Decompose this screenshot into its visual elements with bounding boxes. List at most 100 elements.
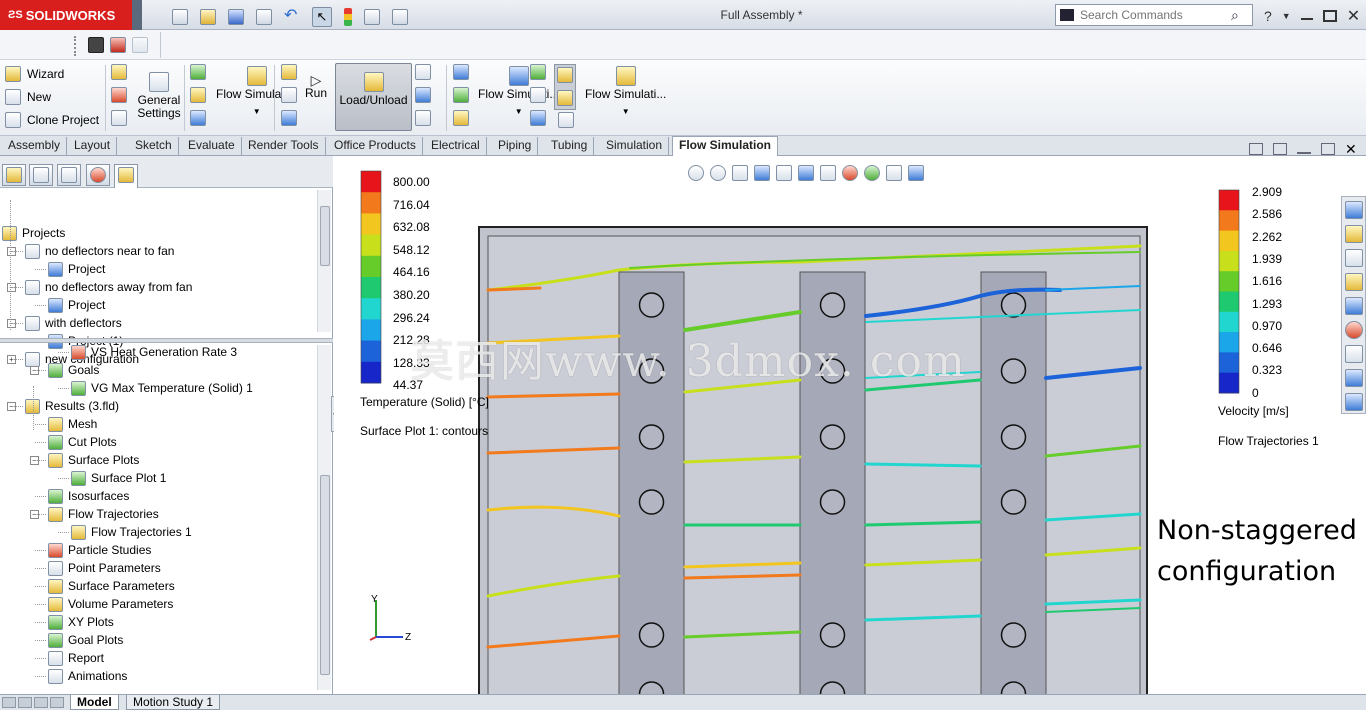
doc-minimize-icon[interactable] [1297, 152, 1311, 154]
tree-item-with-deflectors[interactable]: with deflectors [25, 314, 122, 332]
calculator-icon[interactable] [281, 110, 297, 126]
tab-layout[interactable]: Layout [68, 137, 118, 155]
report-icon[interactable] [530, 110, 546, 126]
view-palette-icon[interactable] [1345, 297, 1363, 315]
tree-item-report[interactable]: Report [48, 649, 104, 667]
next-tab-arrow-icon[interactable] [34, 697, 48, 708]
scrollbar-thumb[interactable] [320, 475, 330, 675]
surface-plot-icon[interactable] [453, 87, 469, 103]
last-tab-arrow-icon[interactable] [50, 697, 64, 708]
section-view-icon[interactable] [754, 165, 770, 181]
toolbar-grip[interactable] [74, 36, 76, 56]
search-type-icon[interactable] [1060, 9, 1074, 21]
heat-source-icon[interactable] [190, 87, 206, 103]
check-geometry-icon[interactable] [281, 87, 297, 103]
file-explorer-icon[interactable] [1345, 273, 1363, 291]
graphics-area[interactable]: Y Z [334, 156, 1366, 694]
search-icon[interactable]: ⌕ [1231, 7, 1239, 24]
flow-simulation-pane-icon[interactable] [1345, 393, 1363, 411]
close-icon[interactable]: ✕ [1347, 6, 1360, 26]
general-settings-small-icon[interactable] [111, 64, 127, 80]
custom-properties-icon[interactable] [1345, 345, 1363, 363]
tree-item-goal-plots[interactable]: Goal Plots [48, 631, 123, 649]
wizard-button[interactable]: Wizard [5, 64, 99, 84]
hide-show-items-icon[interactable] [820, 165, 836, 181]
tree-item-surface-plot-1[interactable]: Surface Plot 1 [71, 469, 166, 487]
probe-icon[interactable] [415, 64, 431, 80]
motion-icon[interactable] [1345, 369, 1363, 387]
tree-item-surface-plots[interactable]: Surface Plots [48, 451, 139, 469]
tab-office-products[interactable]: Office Products [328, 137, 423, 155]
tree-item-goals[interactable]: Goals [48, 361, 99, 379]
tree-item-surface-parameters[interactable]: Surface Parameters [48, 577, 175, 595]
previous-view-icon[interactable] [732, 165, 748, 181]
cut-plot-icon[interactable] [453, 64, 469, 80]
solidworks-resources-icon[interactable] [1345, 201, 1363, 219]
tree-item-vs-heat-generation-rate-3[interactable]: VS Heat Generation Rate 3 [71, 343, 237, 361]
camera-icon[interactable] [88, 37, 104, 53]
fluid-subdomain-icon[interactable] [111, 110, 127, 126]
help-dropdown-icon[interactable]: ▼ [1282, 11, 1291, 21]
tree-item-particle-studies[interactable]: Particle Studies [48, 541, 151, 559]
xy-plot-icon[interactable] [530, 64, 546, 80]
tree-item-no-deflectors-away-from-fan[interactable]: no deflectors away from fan [25, 278, 192, 296]
scrollbar-thumb[interactable] [320, 206, 330, 266]
apply-scene-icon[interactable] [864, 165, 880, 181]
zoom-to-area-icon[interactable] [710, 165, 726, 181]
tab-tubing[interactable]: Tubing [545, 137, 595, 155]
search-input[interactable] [1080, 8, 1225, 22]
tree-item-mesh[interactable]: Mesh [48, 415, 97, 433]
tab-evaluate[interactable]: Evaluate [182, 137, 242, 155]
flow-simulation-analysis-tab[interactable] [114, 164, 138, 188]
prev-tab-arrow-icon[interactable] [18, 697, 32, 708]
run-button[interactable]: ▷ Run [305, 73, 327, 100]
goal-plot-icon[interactable] [530, 87, 546, 103]
feature-manager-tab[interactable] [2, 164, 26, 186]
tree-item-cut-plots[interactable]: Cut Plots [48, 433, 117, 451]
design-library-icon[interactable] [1345, 249, 1363, 267]
tree-item-point-parameters[interactable]: Point Parameters [48, 559, 161, 577]
flow-simulation-tools-button-3[interactable]: Flow Simulati... ▼ [585, 66, 666, 118]
clone-project-button[interactable]: Clone Project [5, 110, 99, 130]
display-manager-tab[interactable] [86, 164, 110, 186]
tab-simulation[interactable]: Simulation [600, 137, 670, 155]
restore-icon[interactable] [1322, 10, 1337, 22]
tree-item-xy-plots[interactable]: XY Plots [48, 613, 114, 631]
computational-domain-icon[interactable] [111, 87, 127, 103]
tree-item-no-deflectors-near-to-fan[interactable]: no deflectors near to fan [25, 242, 174, 260]
save-results-icon[interactable] [415, 87, 431, 103]
motion-study-tab[interactable]: Motion Study 1 [126, 695, 221, 710]
goals-icon[interactable] [190, 110, 206, 126]
tab-electrical[interactable]: Electrical [425, 137, 487, 155]
tree-item-flow-trajectories-1[interactable]: Flow Trajectories 1 [71, 523, 192, 541]
tree-item-isosurfaces[interactable]: Isosurfaces [48, 487, 129, 505]
record-icon[interactable] [110, 37, 126, 53]
projects-tree-scrollbar[interactable] [317, 190, 331, 332]
property-manager-tab[interactable] [29, 164, 53, 186]
tile-vertical-icon[interactable] [1273, 143, 1287, 155]
configuration-manager-tab[interactable] [57, 164, 81, 186]
tab-assembly[interactable]: Assembly [2, 137, 68, 155]
appearances-icon[interactable] [1345, 321, 1363, 339]
tile-horizontal-icon[interactable] [1249, 143, 1263, 155]
first-tab-arrow-icon[interactable] [2, 697, 16, 708]
tab-flow-simulation[interactable]: Flow Simulation [672, 136, 778, 156]
tree-item-project[interactable]: Project [48, 260, 105, 278]
tab-piping[interactable]: Piping [492, 137, 539, 155]
tree-item-flow-trajectories[interactable]: Flow Trajectories [48, 505, 159, 523]
help-icon[interactable]: ? [1264, 8, 1272, 24]
doc-restore-icon[interactable] [1321, 143, 1335, 155]
flow-trajectory-icon[interactable] [453, 110, 469, 126]
tab-sketch[interactable]: Sketch [129, 137, 179, 155]
screen-capture-icon[interactable] [132, 37, 148, 53]
view-orientation-icon[interactable] [776, 165, 792, 181]
display-style-icon[interactable] [798, 165, 814, 181]
home-icon[interactable] [1345, 225, 1363, 243]
tab-render-tools[interactable]: Render Tools [242, 137, 326, 155]
model-tab[interactable]: Model [70, 695, 119, 710]
mesh-icon[interactable] [281, 64, 297, 80]
tree-item-vg-max-temperature-solid-1[interactable]: VG Max Temperature (Solid) 1 [71, 379, 253, 397]
search-commands[interactable]: ⌕ [1055, 4, 1253, 26]
tree-item-volume-parameters[interactable]: Volume Parameters [48, 595, 173, 613]
lightbulb-icon[interactable] [557, 67, 573, 83]
